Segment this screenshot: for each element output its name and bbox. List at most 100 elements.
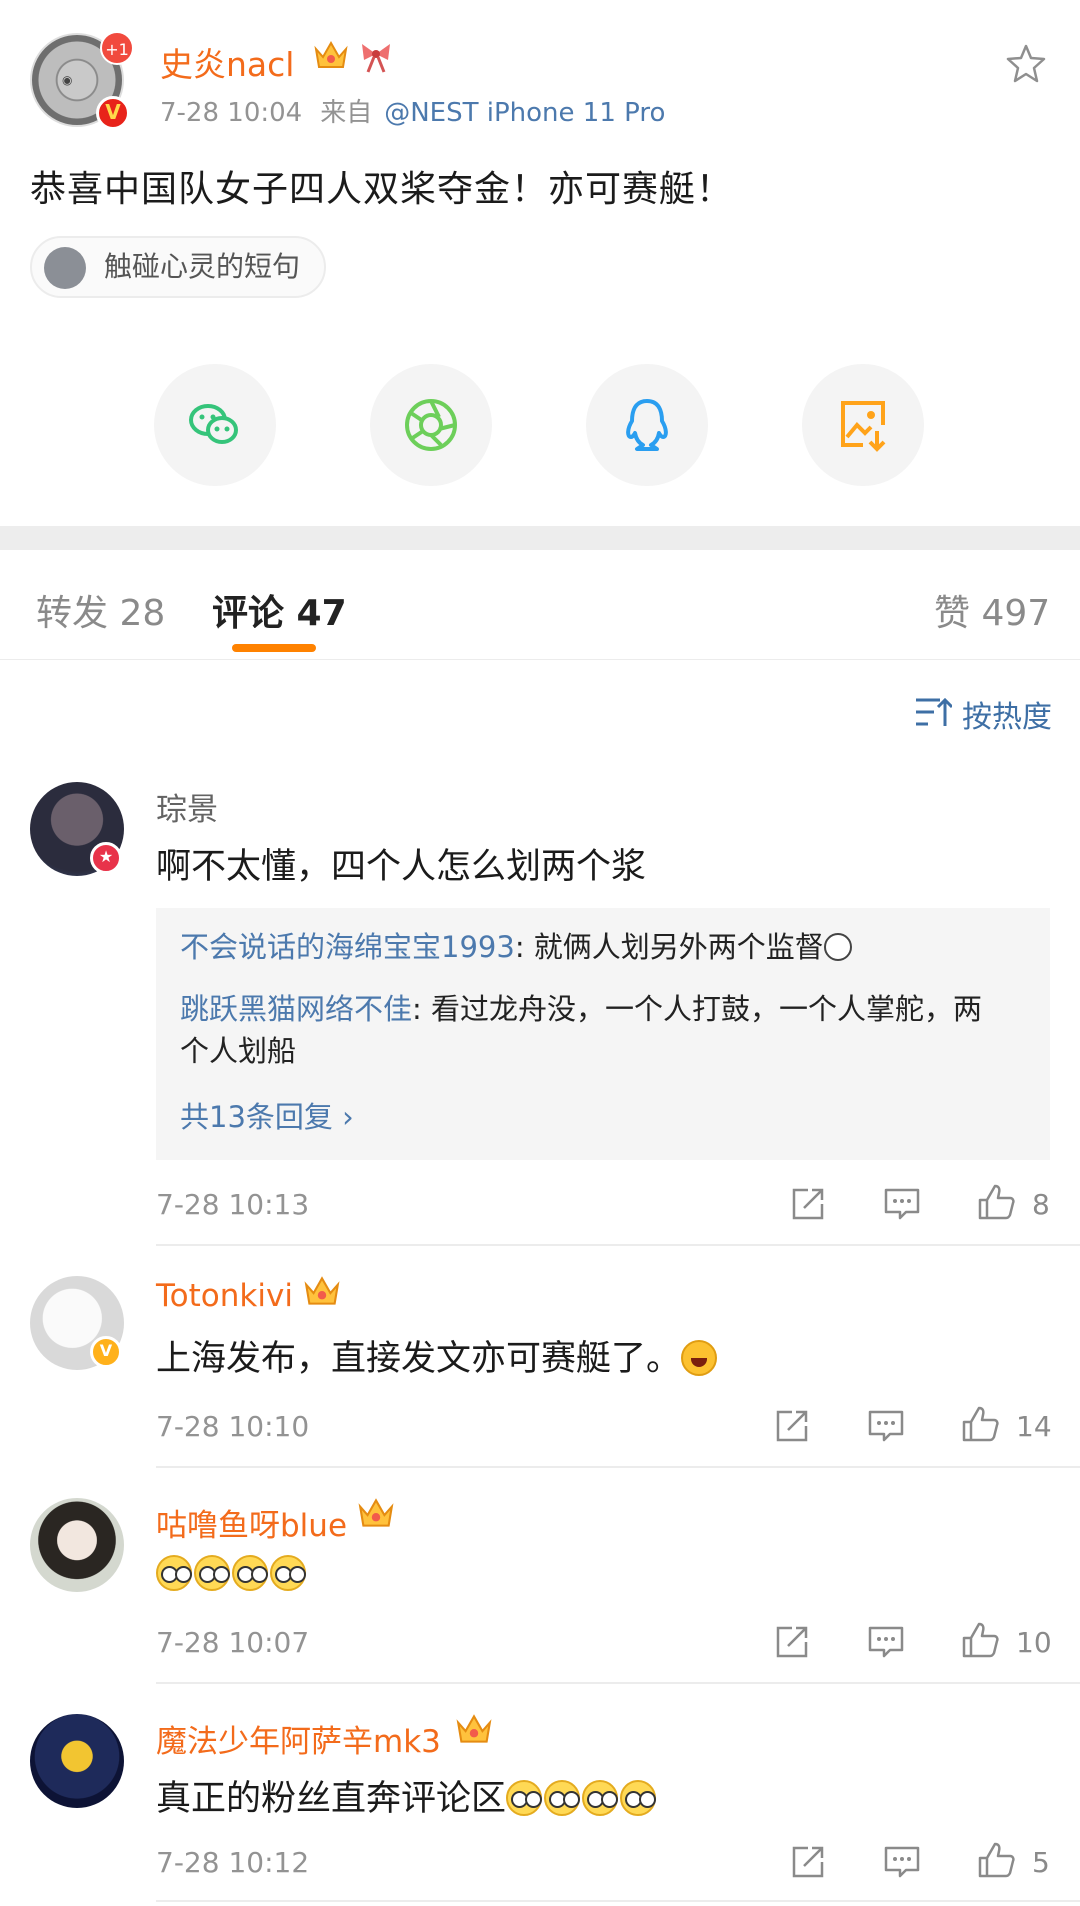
commenter-avatar[interactable] bbox=[30, 1714, 124, 1808]
member-badge-icon: ★ bbox=[90, 842, 122, 874]
more-replies-link[interactable]: 共13条回复 › bbox=[180, 1094, 354, 1136]
save-image-icon bbox=[841, 401, 886, 452]
commenter-name[interactable]: 琮景 bbox=[156, 784, 218, 829]
share-icon bbox=[776, 1410, 808, 1442]
repost-comment-button[interactable] bbox=[788, 1842, 828, 1882]
reply-item: 不会说话的海绵宝宝1993: 就俩人划另外两个监督 bbox=[180, 926, 1010, 968]
comment-time: 7-28 10:10 bbox=[156, 1410, 310, 1443]
post-meta: 7-28 10:04 来自 @NEST iPhone 11 Pro bbox=[160, 92, 665, 129]
tab-repost[interactable]: 转发 28 bbox=[36, 584, 165, 636]
comment-time: 7-28 10:07 bbox=[156, 1626, 310, 1659]
comment-divider bbox=[156, 1682, 1080, 1684]
bow-icon bbox=[362, 44, 390, 73]
avatar-coin-icon: ◉ bbox=[62, 73, 73, 87]
crown-icon bbox=[358, 1498, 394, 1527]
moments-icon bbox=[405, 399, 457, 451]
crown-icon bbox=[304, 1276, 340, 1305]
verified-badge-icon: V bbox=[90, 1336, 122, 1368]
reply-preview-box[interactable]: 不会说话的海绵宝宝1993: 就俩人划另外两个监督 跳跃黑猫网络不佳: 看过龙舟… bbox=[156, 908, 1050, 1160]
comment-time: 7-28 10:13 bbox=[156, 1188, 310, 1221]
like-count: 10 bbox=[1016, 1626, 1052, 1659]
topic-label: 触碰心灵的短句 bbox=[104, 250, 301, 283]
post-time: 7-28 10:04 bbox=[160, 98, 303, 128]
like-count: 8 bbox=[1032, 1188, 1050, 1221]
sort-by-hot-button[interactable]: 按热度 bbox=[916, 692, 1052, 736]
glasses-emoji-icon bbox=[506, 1780, 543, 1816]
tab-likes[interactable]: 赞 497 bbox=[934, 584, 1050, 636]
glasses-emoji-icon bbox=[194, 1555, 230, 1591]
laugh-emoji-icon bbox=[681, 1340, 718, 1376]
share-icon bbox=[776, 1626, 808, 1658]
crown-icon bbox=[456, 1714, 492, 1743]
comment-time: 7-28 10:12 bbox=[156, 1846, 310, 1879]
comment-divider bbox=[156, 1466, 1080, 1468]
glasses-emoji-icon bbox=[544, 1780, 581, 1816]
repost-comment-button[interactable] bbox=[772, 1622, 812, 1662]
repost-comment-button[interactable] bbox=[772, 1406, 812, 1446]
thumbs-up-icon bbox=[962, 1622, 999, 1658]
like-comment-button[interactable] bbox=[960, 1620, 1002, 1660]
reply-comment-button[interactable] bbox=[882, 1842, 922, 1882]
share-icon bbox=[792, 1846, 824, 1878]
weibo-post: ◉ +1 V 史炎nacl 7-28 10:04 来自 @NEST iPhone 1… bbox=[0, 0, 1080, 526]
section-divider bbox=[0, 526, 1080, 550]
glasses-emoji-icon bbox=[270, 1555, 306, 1591]
topic-icon bbox=[44, 247, 86, 289]
crown-icon bbox=[314, 40, 348, 68]
repost-comment-button[interactable] bbox=[788, 1184, 828, 1224]
panda-emoji-icon bbox=[823, 933, 852, 961]
wechat-icon bbox=[189, 404, 238, 444]
commenter-name[interactable]: Totonkivi bbox=[156, 1278, 293, 1314]
comment-icon bbox=[868, 1626, 904, 1658]
share-wechat-button[interactable] bbox=[154, 364, 276, 486]
sort-icon bbox=[916, 697, 952, 726]
comment-text-row: 上海发布，直接发文亦可赛艇了。 bbox=[156, 1330, 718, 1381]
reply-comment-button[interactable] bbox=[866, 1406, 906, 1446]
tab-comments[interactable]: 评论 47 bbox=[212, 584, 347, 636]
comment-text: 真正的粉丝直奔评论区 bbox=[156, 1779, 507, 1819]
commenter-name[interactable]: 魔法少年阿萨辛mk3 bbox=[156, 1716, 441, 1761]
glasses-emoji-icon bbox=[156, 1555, 192, 1591]
comment-text: 上海发布，直接发文亦可赛艇了。 bbox=[156, 1339, 682, 1379]
tab-bar: 转发 28 评论 47 赞 497 bbox=[0, 550, 1080, 660]
plus-one-badge: +1 bbox=[100, 31, 134, 65]
qq-icon bbox=[626, 399, 668, 451]
comment-divider bbox=[156, 1900, 1080, 1902]
from-label: 来自 bbox=[320, 98, 373, 128]
glasses-emoji-icon bbox=[232, 1555, 268, 1591]
reply-text: : 就俩人划另外两个监督 bbox=[514, 930, 824, 964]
save-image-button[interactable] bbox=[802, 364, 924, 486]
like-comment-button[interactable] bbox=[976, 1182, 1018, 1222]
author-name[interactable]: 史炎nacl bbox=[160, 38, 294, 86]
post-source[interactable]: @NEST iPhone 11 Pro bbox=[384, 98, 665, 128]
glasses-emoji-icon bbox=[620, 1780, 657, 1816]
like-count: 14 bbox=[1016, 1410, 1052, 1443]
glasses-emoji-icon bbox=[582, 1780, 619, 1816]
commenter-name[interactable]: 咕噜鱼呀blue bbox=[156, 1500, 347, 1545]
thumbs-up-icon bbox=[962, 1406, 999, 1442]
comment-icon bbox=[884, 1188, 920, 1220]
verified-badge-icon: V bbox=[96, 96, 130, 130]
sort-label: 按热度 bbox=[962, 700, 1052, 735]
comment-icon bbox=[884, 1846, 920, 1878]
reply-comment-button[interactable] bbox=[882, 1184, 922, 1224]
favorite-star-icon[interactable] bbox=[1004, 42, 1048, 86]
like-count: 5 bbox=[1032, 1846, 1050, 1879]
post-text: 恭喜中国队女子四人双桨夺金！亦可赛艇！ bbox=[30, 169, 734, 210]
reply-user[interactable]: 跳跃黑猫网络不佳 bbox=[180, 992, 412, 1026]
share-qq-button[interactable] bbox=[586, 364, 708, 486]
reply-item: 跳跃黑猫网络不佳: 看过龙舟没，一个人打鼓，一个人掌舵，两个人划船 bbox=[180, 988, 1010, 1072]
comment-divider bbox=[156, 1244, 1080, 1246]
like-comment-button[interactable] bbox=[960, 1404, 1002, 1444]
active-tab-indicator bbox=[232, 644, 316, 652]
comment-text-row: 真正的粉丝直奔评论区 bbox=[156, 1770, 658, 1821]
like-comment-button[interactable] bbox=[976, 1840, 1018, 1880]
topic-chip[interactable]: 触碰心灵的短句 bbox=[30, 236, 327, 298]
thumbs-up-icon bbox=[978, 1184, 1015, 1220]
share-moments-button[interactable] bbox=[370, 364, 492, 486]
thumbs-up-icon bbox=[978, 1842, 1015, 1878]
reply-comment-button[interactable] bbox=[866, 1622, 906, 1662]
commenter-avatar[interactable] bbox=[30, 1498, 124, 1592]
reply-user[interactable]: 不会说话的海绵宝宝1993 bbox=[180, 930, 515, 964]
comment-emoji-row bbox=[156, 1554, 308, 1594]
